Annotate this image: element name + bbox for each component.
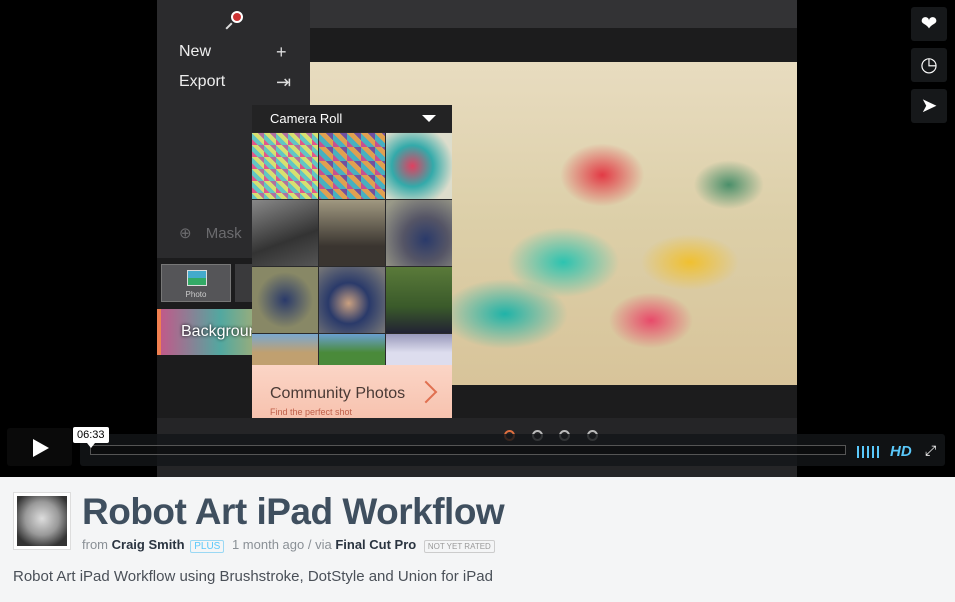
photo-thumbnail: [386, 200, 452, 266]
community-photos-title: Community Photos: [270, 385, 406, 402]
plus-icon: +: [276, 42, 287, 62]
rating-badge: NOT YET RATED: [423, 540, 495, 553]
menu-item-export: Export ⇥: [179, 72, 291, 92]
photo-thumbnail: [386, 334, 452, 365]
play-button[interactable]: [7, 428, 72, 466]
send-icon: ➤: [920, 95, 938, 117]
photo-tile-label: Photo: [185, 290, 207, 299]
video-player[interactable]: New + Export ⇥ ⊕ Mask Photo Background C…: [0, 0, 955, 477]
menu-item-new: New +: [179, 42, 287, 62]
clock-icon: ◷: [920, 54, 938, 76]
byline-from: from: [82, 537, 108, 552]
video-description: Robot Art iPad Workflow using Brushstrok…: [13, 568, 493, 585]
share-button[interactable]: ➤: [911, 89, 947, 123]
player-controls: 06:33 HD ⤢: [0, 427, 955, 469]
photo-thumbnail: [319, 267, 385, 333]
app-top-bar: [310, 0, 797, 28]
photo-thumbnail: [252, 200, 318, 266]
brush-icon: [231, 11, 243, 23]
chevron-right-icon: [414, 380, 438, 404]
avatar[interactable]: [13, 492, 71, 550]
photo-thumbnail: [386, 133, 452, 199]
mask-label: Mask: [205, 225, 242, 242]
photo-icon: [187, 270, 207, 286]
camera-roll-header: Camera Roll: [252, 105, 452, 132]
menu-item-label: Export: [179, 73, 226, 90]
video-title: Robot Art iPad Workflow: [82, 491, 505, 532]
plus-badge: PLUS: [190, 540, 225, 553]
video-frame: New + Export ⇥ ⊕ Mask Photo Background C…: [157, 0, 797, 477]
byline: from Craig Smith PLUS 1 month ago / via …: [82, 537, 495, 553]
hd-toggle[interactable]: HD: [890, 443, 912, 460]
progress-bar[interactable]: [90, 445, 846, 455]
upload-meta: 1 month ago / via: [231, 537, 332, 552]
fullscreen-icon: ⤢: [925, 442, 937, 458]
photo-tile: Photo: [161, 264, 231, 302]
volume-control[interactable]: [857, 446, 881, 458]
author-link[interactable]: Craig Smith: [112, 537, 185, 552]
video-info: Robot Art iPad Workflow from Craig Smith…: [0, 477, 955, 602]
mask-row: ⊕ Mask: [179, 224, 242, 242]
photo-thumbnail: [252, 334, 318, 365]
export-icon: ⇥: [276, 72, 292, 92]
community-photos-subtitle: Find the perfect shot: [270, 407, 353, 417]
camera-roll-popup: Camera Roll Community Photos Find the pe…: [252, 105, 452, 433]
photo-thumbnail: [252, 133, 318, 199]
photo-thumbnail: [252, 267, 318, 333]
fullscreen-button[interactable]: ⤢: [925, 443, 939, 457]
avatar-image: [17, 496, 67, 546]
dropdown-caret-icon: [422, 115, 436, 122]
menu-item-label: New: [179, 43, 212, 60]
heart-icon: ❤: [920, 13, 938, 35]
time-tooltip: 06:33: [73, 427, 109, 448]
watch-later-button[interactable]: ◷: [911, 48, 947, 82]
photo-thumbnail: [386, 267, 452, 333]
photo-thumbnail: [319, 133, 385, 199]
via-link[interactable]: Final Cut Pro: [335, 537, 416, 552]
camera-roll-title: Camera Roll: [270, 111, 343, 126]
photo-thumbnail: [319, 334, 385, 365]
photo-thumbnail: [319, 200, 385, 266]
add-circle-icon: ⊕: [179, 225, 192, 242]
like-button[interactable]: ❤: [911, 7, 947, 41]
